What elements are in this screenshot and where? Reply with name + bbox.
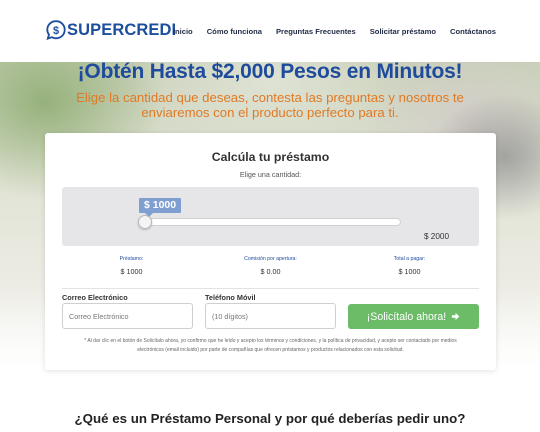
summary-commission-value: $ 0.00 [260,267,281,276]
phone-field[interactable] [205,303,336,329]
phone-label: Teléfono Móvil [205,293,256,302]
summary-total-label: Total a pagar: [393,256,426,262]
slider-value-tooltip: $ 1000 [139,198,182,217]
logo-text: SUPERCREDI [67,20,177,39]
site-header: $ SUPERCREDI Inicio Cómo funciona Pregun… [0,0,540,62]
summary-commission-label: Comisión por apertura: [244,256,297,262]
arrow-right-icon [452,312,460,321]
summary-loan-label: Préstamo: [119,256,144,262]
amount-slider-track[interactable] [144,218,401,226]
summary-loan: Préstamo: $ 1000 [62,256,201,276]
nav-link-como-funciona[interactable]: Cómo funciona [207,27,262,36]
nav-link-solicitar-prestamo[interactable]: Solicitar préstamo [370,27,436,36]
calculator-instruction: Elige una cantidad: [239,170,302,179]
amount-slider-handle[interactable] [138,215,152,229]
legal-disclaimer: * Al dar clic en el botón de Solicítalo … [84,338,457,353]
main-nav: Inicio Cómo funciona Preguntas Frecuente… [173,27,496,36]
nav-link-inicio[interactable]: Inicio [173,27,193,36]
chat-bubble-logo-icon: $ [46,20,66,40]
loan-summary: Préstamo: $ 1000 Comisión por apertura: … [62,249,479,289]
calculator-title: Calcúla tu préstamo [211,150,330,164]
nav-link-contactanos[interactable]: Contáctanos [450,27,496,36]
svg-text:$: $ [53,25,59,37]
nav-link-preguntas-frecuentes[interactable]: Preguntas Frecuentes [276,27,356,36]
summary-loan-value: $ 1000 [120,267,143,276]
submit-button-label: ¡Solicítalo ahora! [366,310,447,323]
summary-total: Total a pagar: $ 1000 [340,256,479,276]
amount-slider-panel: $ 1000 $ 2000 [62,187,479,246]
hero-title: ¡Obtén Hasta $2,000 Pesos en Minutos! [77,60,463,83]
summary-total-value: $ 1000 [398,267,421,276]
email-field[interactable] [62,303,193,329]
slider-max-label: $ 2000 [423,232,449,241]
submit-button[interactable]: ¡Solicítalo ahora! [348,304,479,329]
loan-calculator-card: Calcúla tu préstamo Elige una cantidad: … [45,133,496,370]
email-label: Correo Electrónico [62,293,128,302]
section-title: ¿Qué es un Préstamo Personal y por qué d… [74,411,466,426]
logo[interactable]: $ SUPERCREDI [46,19,176,41]
summary-commission: Comisión por apertura: $ 0.00 [201,256,340,276]
hero-subtitle: Elige la cantidad que deseas, contesta l… [76,90,464,120]
